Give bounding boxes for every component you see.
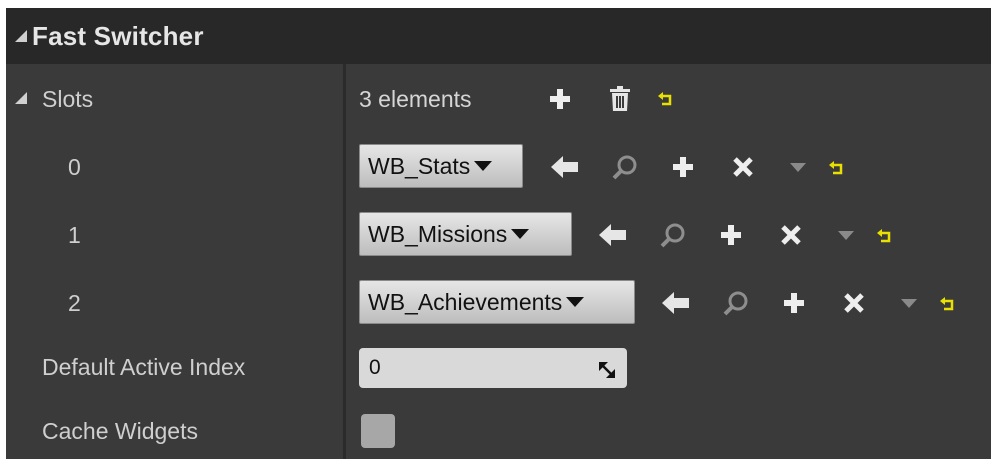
category-header[interactable]: Fast Switcher xyxy=(6,8,991,64)
dropdown-arrow-icon[interactable] xyxy=(900,298,918,310)
plus-icon[interactable] xyxy=(781,290,807,316)
slots-count: 3 elements xyxy=(359,86,472,112)
field-value: 0 xyxy=(369,356,381,379)
default-active-index-row: Default Active Index 0 xyxy=(6,336,991,396)
combo-value: WB_Achievements xyxy=(368,288,563,315)
slot-class-combo[interactable]: WB_Stats xyxy=(359,144,523,188)
left-arrow-icon[interactable] xyxy=(598,222,628,248)
combo-value: WB_Missions xyxy=(368,220,508,247)
reset-to-default-icon[interactable] xyxy=(827,159,847,177)
magnifier-icon[interactable] xyxy=(722,290,750,318)
reset-to-default-icon[interactable] xyxy=(656,90,676,108)
default-active-index-label: Default Active Index xyxy=(42,354,246,380)
dropdown-arrow-icon[interactable] xyxy=(837,230,855,242)
details-panel: Fast Switcher Slots 3 elements 0 WB_Stat… xyxy=(6,8,991,459)
resize-handle-icon[interactable] xyxy=(599,360,615,378)
reset-to-default-icon[interactable] xyxy=(875,227,895,245)
plus-icon[interactable] xyxy=(718,222,744,248)
slot-row-2: 2 WB_Achievements xyxy=(6,268,991,336)
chevron-down-icon xyxy=(566,297,585,307)
trash-icon[interactable] xyxy=(607,84,633,114)
slot-class-combo[interactable]: WB_Achievements xyxy=(359,280,635,324)
plus-icon[interactable] xyxy=(547,86,573,112)
slot-class-combo[interactable]: WB_Missions xyxy=(359,212,572,256)
default-active-index-field[interactable]: 0 xyxy=(359,348,627,388)
combo-value: WB_Stats xyxy=(368,152,471,179)
category-title: Fast Switcher xyxy=(32,20,204,51)
chevron-down-icon xyxy=(474,161,493,171)
left-arrow-icon[interactable] xyxy=(550,154,580,180)
reset-to-default-icon[interactable] xyxy=(938,295,958,313)
slot-index: 0 xyxy=(68,154,81,180)
magnifier-icon[interactable] xyxy=(611,154,639,182)
left-arrow-icon[interactable] xyxy=(661,290,691,316)
slot-index: 1 xyxy=(68,222,81,248)
slot-index: 2 xyxy=(68,290,81,316)
cache-widgets-label: Cache Widgets xyxy=(42,418,198,444)
magnifier-icon[interactable] xyxy=(659,222,687,250)
x-icon[interactable] xyxy=(778,222,804,248)
dropdown-arrow-icon[interactable] xyxy=(789,162,807,174)
x-icon[interactable] xyxy=(730,154,756,180)
cache-widgets-row: Cache Widgets xyxy=(6,396,991,459)
plus-icon[interactable] xyxy=(670,154,696,180)
cache-widgets-checkbox[interactable] xyxy=(361,414,395,448)
slot-row-1: 1 WB_Missions xyxy=(6,200,991,268)
slots-label: Slots xyxy=(42,86,94,112)
slot-row-0: 0 WB_Stats xyxy=(6,132,991,200)
slots-row: Slots 3 elements xyxy=(6,64,991,132)
x-icon[interactable] xyxy=(841,290,867,316)
expand-triangle-icon[interactable] xyxy=(14,29,28,43)
expand-triangle-icon[interactable] xyxy=(14,91,28,105)
chevron-down-icon xyxy=(511,229,530,239)
